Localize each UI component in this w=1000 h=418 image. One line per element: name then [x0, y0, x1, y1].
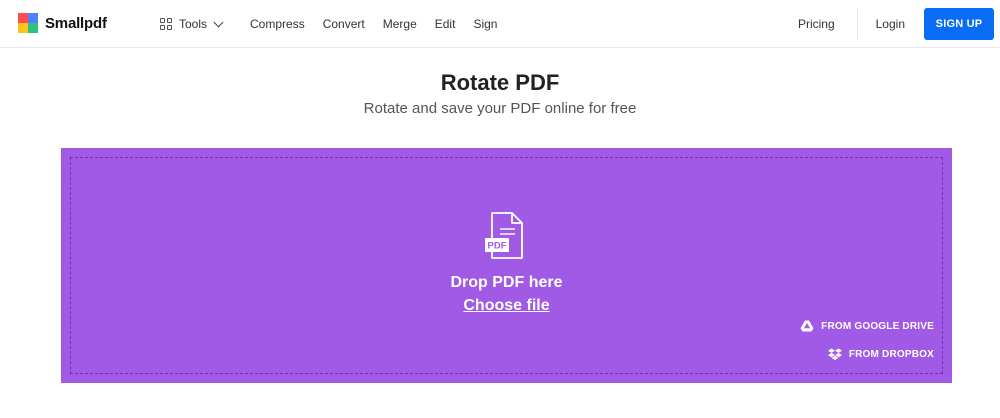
dropzone-dashed-border: [70, 157, 943, 374]
page-title: Rotate PDF: [440, 70, 560, 95]
file-dropzone[interactable]: PDF Drop PDF here Choose file FROM GOOGL…: [61, 148, 952, 383]
main-nav: Tools Compress Convert Merge Edit Sign: [160, 0, 515, 48]
nav-link-edit[interactable]: Edit: [435, 17, 456, 31]
google-drive-label: FROM GOOGLE DRIVE: [821, 320, 934, 332]
logo-text: Smallpdf: [45, 14, 107, 32]
smallpdf-logo[interactable]: Smallpdf: [18, 13, 107, 33]
nav-link-convert[interactable]: Convert: [323, 17, 365, 31]
pdf-badge-text: PDF: [488, 241, 507, 252]
nav-link-merge[interactable]: Merge: [383, 17, 417, 31]
dropbox-label: FROM DROPBOX: [848, 348, 934, 360]
login-link[interactable]: Login: [876, 17, 905, 31]
page-subtitle: Rotate and save your PDF online for free: [363, 100, 637, 117]
tools-menu-button[interactable]: Tools: [160, 17, 224, 31]
pdf-file-icon: PDF: [485, 212, 523, 259]
sign-up-button[interactable]: SIGN UP: [924, 8, 994, 40]
dropbox-icon: [827, 348, 842, 360]
top-navigation-bar: Smallpdf Tools Compress Convert Merge Ed…: [0, 0, 1000, 48]
account-nav: Pricing Login SIGN UP: [798, 0, 994, 48]
google-drive-icon: [800, 320, 814, 332]
nav-divider: [856, 8, 858, 40]
smallpdf-logo-icon: [18, 13, 38, 33]
nav-link-compress[interactable]: Compress: [250, 17, 305, 31]
from-google-drive-button[interactable]: FROM GOOGLE DRIVE: [800, 320, 934, 332]
choose-file-link[interactable]: Choose file: [61, 297, 952, 315]
nav-link-sign[interactable]: Sign: [473, 17, 497, 31]
pricing-link[interactable]: Pricing: [798, 17, 835, 31]
chevron-down-icon: [213, 17, 224, 27]
grid-icon: [160, 17, 173, 31]
tools-label: Tools: [179, 17, 208, 31]
from-dropbox-button[interactable]: FROM DROPBOX: [827, 348, 934, 360]
drop-pdf-text: Drop PDF here: [450, 274, 563, 291]
